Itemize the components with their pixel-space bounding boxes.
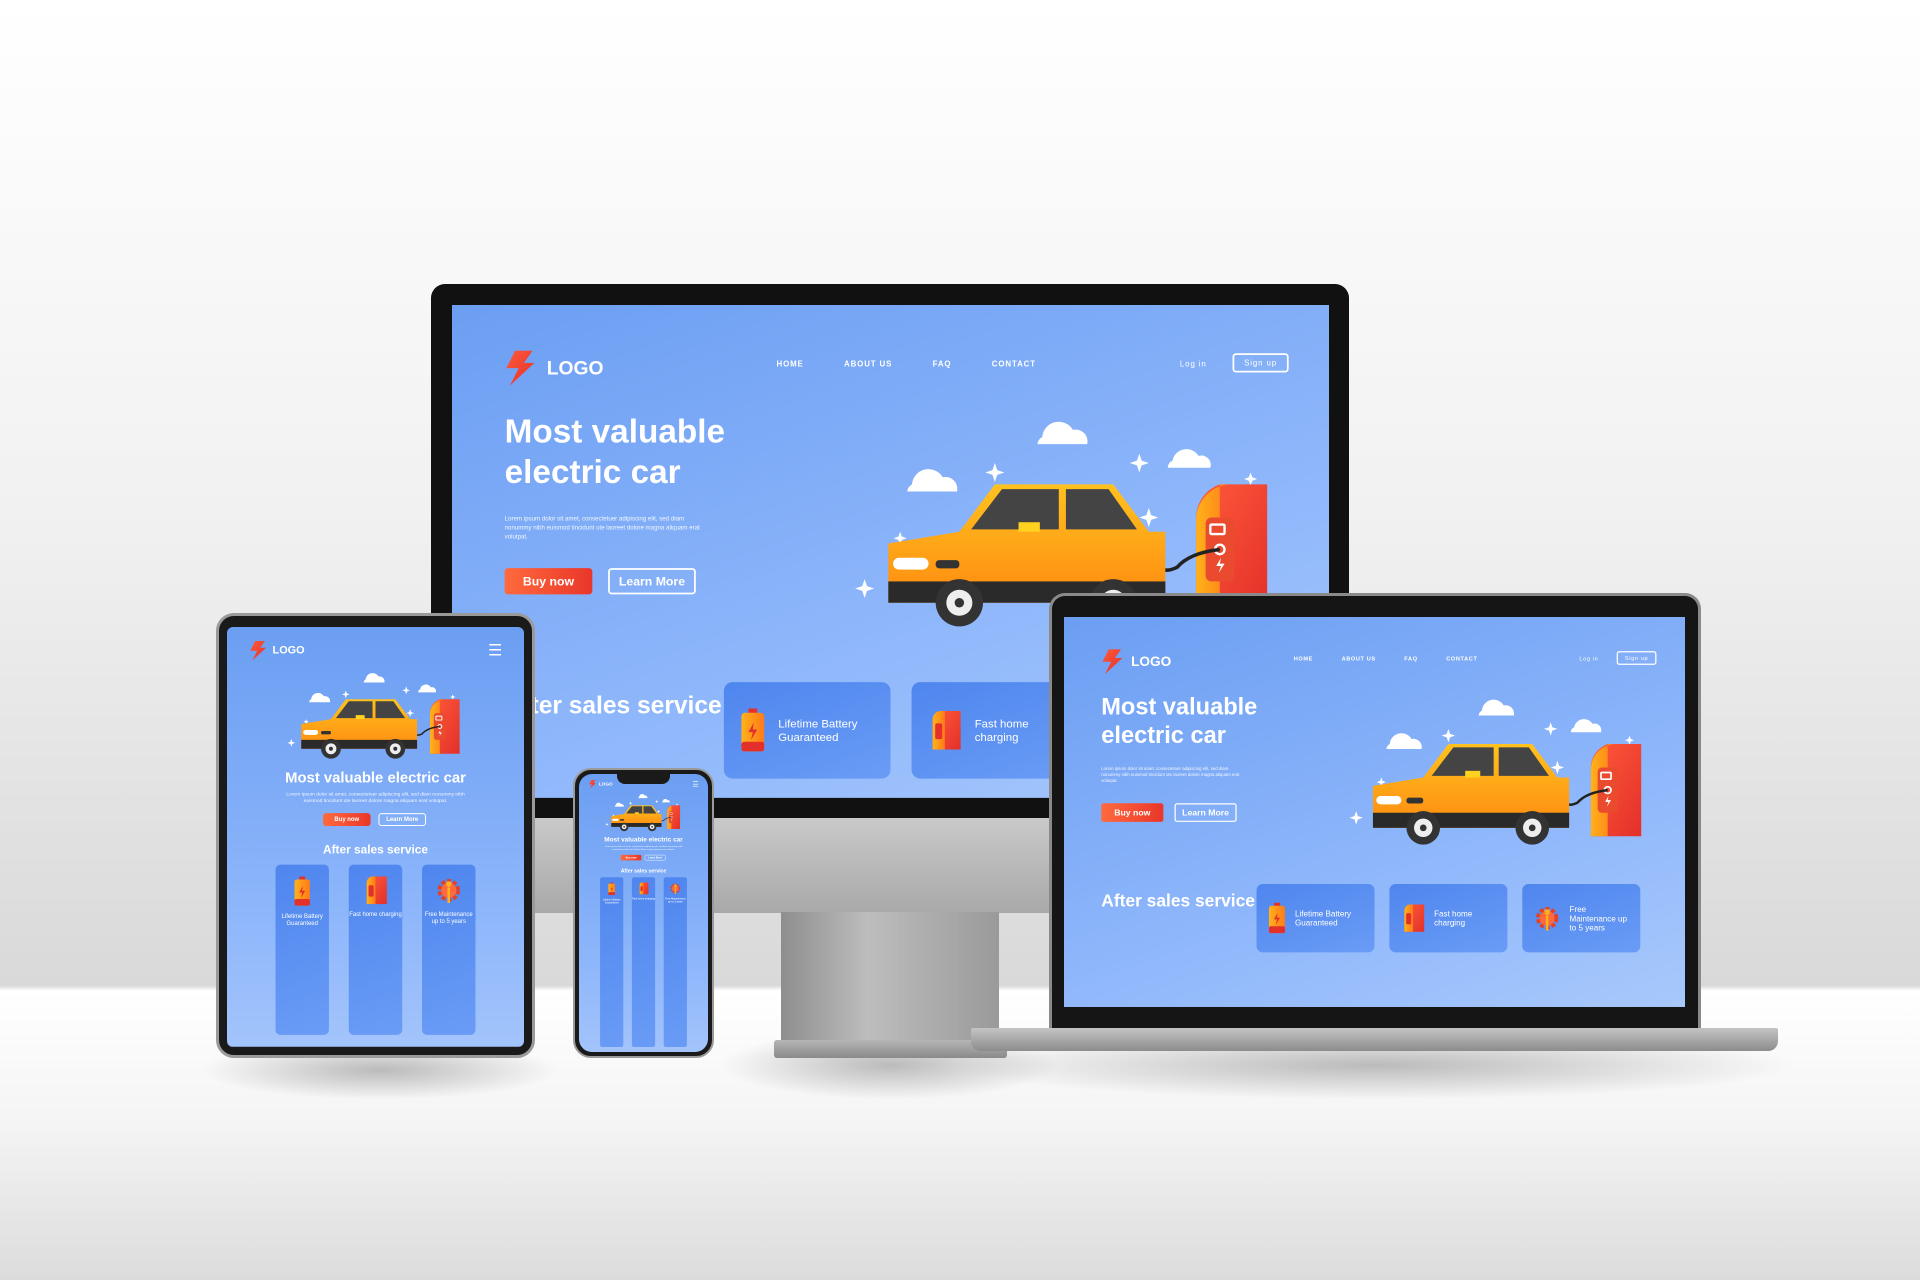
nav-faq[interactable]: FAQ: [1404, 656, 1417, 662]
hamburger-menu-icon[interactable]: ☰: [692, 780, 698, 789]
charger-icon: [363, 876, 389, 904]
service-card-battery[interactable]: Lifetime Battery Guaranteed: [1256, 884, 1375, 953]
buy-now-button[interactable]: Buy now: [1101, 803, 1164, 822]
landing-page-desktop: LOGO HOME ABOUT US FAQ CONTACT Log in Si…: [1064, 617, 1685, 1007]
main-nav: HOME ABOUT US FAQ CONTACT: [1294, 656, 1478, 662]
service-card-maintenance[interactable]: Free Maintenance up to 5 years: [1522, 884, 1641, 953]
nav-home[interactable]: HOME: [776, 359, 803, 368]
service-card-charging[interactable]: Fast home charging: [348, 864, 403, 1035]
charger-icon: [927, 711, 962, 750]
gear-wrench-icon: [1533, 905, 1560, 932]
after-sales-title: After sales service: [620, 867, 667, 874]
learn-more-button[interactable]: Learn More: [378, 813, 426, 826]
lightning-bolt-icon: [249, 641, 267, 661]
hero-title: Most valuable electric car: [504, 413, 726, 491]
learn-more-button[interactable]: Learn More: [644, 854, 666, 861]
learn-more-button[interactable]: Learn More: [1174, 803, 1237, 822]
card-label: Lifetime Battery Guaranteed: [281, 914, 323, 927]
hero-body: Lorem ipsum dolor sit amet, consectetuer…: [1101, 766, 1240, 784]
card-label: Free Maintenance up to 5 years: [1569, 904, 1627, 933]
hamburger-menu-icon[interactable]: ☰: [488, 641, 502, 661]
main-nav: HOME ABOUT US FAQ CONTACT: [776, 359, 1035, 368]
nav-home[interactable]: HOME: [1294, 656, 1313, 662]
service-card-maintenance[interactable]: Free Maintenance up to 5 years: [663, 877, 687, 1048]
gear-wrench-icon: [669, 882, 681, 894]
monitor-stand: [781, 912, 999, 1042]
card-label: Fast home charging: [632, 897, 655, 901]
logo-text: LOGO: [546, 356, 604, 379]
charger-icon: [638, 882, 649, 894]
nav-about-us[interactable]: ABOUT US: [1342, 656, 1376, 662]
after-sales-title: After sales service: [504, 691, 722, 719]
electric-car-charging-illustration: [598, 790, 688, 833]
service-cards: Lifetime Battery Guaranteed Fast home ch…: [275, 864, 476, 1047]
logo-text: LOGO: [1131, 653, 1172, 670]
site-logo[interactable]: LOGO: [249, 641, 305, 661]
hero-body: Lorem ipsum dolor sit amet, consectetuer…: [504, 516, 700, 541]
battery-icon: [293, 876, 311, 906]
service-cards: Lifetime Battery Guaranteed Fast home ch…: [600, 877, 687, 1052]
nav-faq[interactable]: FAQ: [933, 359, 952, 368]
lightning-bolt-icon: [588, 780, 596, 789]
landing-page-mobile: LOGO ☰ Most valuable electric car Lorem …: [227, 627, 524, 1047]
lightning-bolt-icon: [505, 351, 535, 386]
login-link[interactable]: Log in: [1579, 656, 1598, 662]
service-card-charging[interactable]: Fast home charging: [1389, 884, 1508, 953]
electric-car-charging-illustration: [1331, 685, 1666, 853]
service-card-maintenance[interactable]: Free Maintenance up to 5 years: [422, 864, 476, 1035]
signup-button[interactable]: Sign up: [1616, 651, 1657, 665]
hero-body: Lorem ipsum dolor sit amet, consectetuer…: [286, 791, 465, 805]
laptop-screen: LOGO HOME ABOUT US FAQ CONTACT Log in Si…: [1064, 617, 1685, 1007]
signup-button[interactable]: Sign up: [1232, 353, 1289, 373]
charger-icon: [1401, 905, 1426, 932]
card-label: Lifetime Battery Guaranteed: [602, 898, 621, 905]
nav-contact[interactable]: CONTACT: [992, 359, 1036, 368]
after-sales-title: After sales service: [1101, 890, 1255, 911]
service-cards: Lifetime Battery Guaranteed Fast home ch…: [1256, 884, 1641, 953]
logo-text: LOGO: [598, 781, 613, 787]
landing-page-mobile: LOGO ☰ Most valuable electric car Lorem …: [579, 774, 708, 1052]
tablet-screen: LOGO ☰ Most valuable electric car Lorem …: [227, 627, 524, 1047]
nav-contact[interactable]: CONTACT: [1446, 656, 1477, 662]
hero-body: Lorem ipsum dolor sit amet, consectetuer…: [604, 845, 683, 851]
card-label: Fast home charging: [349, 912, 402, 919]
after-sales-title: After sales service: [322, 842, 429, 857]
card-label: Lifetime Battery Guaranteed: [1295, 908, 1352, 928]
electric-car-charging-illustration: [272, 665, 480, 764]
buy-now-button[interactable]: Buy now: [504, 568, 593, 595]
card-label: Fast home charging: [1434, 908, 1473, 928]
battery-icon: [608, 882, 616, 895]
battery-icon: [740, 708, 766, 752]
laptop-base: [971, 1028, 1778, 1051]
card-label: Free Maintenance up to 5 years: [664, 897, 686, 904]
hero-title: Most valuable electric car: [604, 835, 683, 844]
site-logo[interactable]: LOGO: [588, 780, 613, 789]
service-card-battery[interactable]: Lifetime Battery Guaranteed: [275, 864, 329, 1035]
logo-text: LOGO: [272, 644, 305, 657]
login-link[interactable]: Log in: [1180, 359, 1207, 368]
phone-screen: LOGO ☰ Most valuable electric car Lorem …: [579, 774, 708, 1052]
site-logo[interactable]: LOGO: [1101, 649, 1171, 674]
card-label: Free Maintenance up to 5 years: [424, 912, 473, 925]
hero-title: Most valuable electric car: [1101, 694, 1258, 749]
nav-about-us[interactable]: ABOUT US: [844, 359, 892, 368]
battery-icon: [1268, 903, 1287, 934]
buy-now-button[interactable]: Buy now: [323, 813, 371, 826]
learn-more-button[interactable]: Learn More: [608, 568, 696, 595]
phone-notch: [617, 774, 670, 784]
gear-wrench-icon: [435, 876, 463, 904]
lightning-bolt-icon: [1101, 649, 1122, 674]
hero-title: Most valuable electric car: [285, 769, 466, 787]
card-label: Lifetime Battery Guaranteed: [778, 717, 858, 744]
service-card-battery[interactable]: Lifetime Battery Guaranteed: [600, 877, 624, 1048]
service-card-charging[interactable]: Fast home charging: [631, 877, 656, 1048]
service-card-battery[interactable]: Lifetime Battery Guaranteed: [723, 682, 891, 779]
site-logo[interactable]: LOGO: [505, 351, 604, 386]
buy-now-button[interactable]: Buy now: [620, 854, 642, 861]
